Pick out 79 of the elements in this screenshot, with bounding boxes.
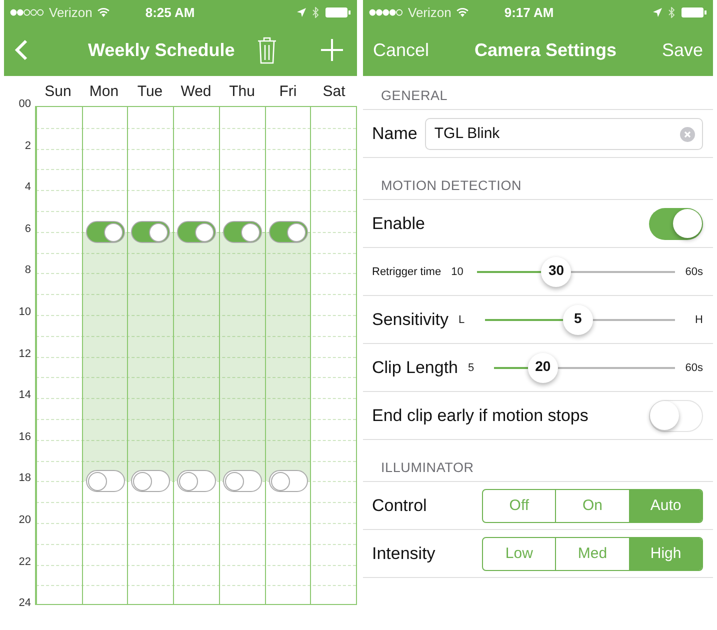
segment-option[interactable]: Auto xyxy=(628,490,702,522)
wifi-icon xyxy=(97,7,110,17)
clear-icon[interactable] xyxy=(680,126,695,142)
battery-icon xyxy=(325,6,351,18)
row-label: End clip early if motion stops xyxy=(372,406,588,426)
hour-label: 4 xyxy=(24,181,31,194)
hour-label: 16 xyxy=(18,430,31,443)
cancel-button[interactable]: Cancel xyxy=(373,40,430,60)
row-label: Name xyxy=(372,124,418,144)
nav-title: Camera Settings xyxy=(474,40,617,60)
hour-label: 00 xyxy=(18,98,31,110)
bluetooth-icon xyxy=(668,6,675,18)
wifi-icon xyxy=(456,7,470,17)
hour-label: 14 xyxy=(18,389,31,402)
hour-label: 12 xyxy=(18,348,31,360)
slider-min-label: L xyxy=(458,314,466,326)
hour-label: 8 xyxy=(24,264,31,276)
trash-icon[interactable] xyxy=(256,36,277,64)
row-label: Intensity xyxy=(372,544,436,564)
slider-max-label: 60s xyxy=(684,266,703,278)
day-label: Tue xyxy=(136,82,164,100)
hour-label: 20 xyxy=(18,514,31,526)
slider-max-label: 60s xyxy=(684,362,703,374)
carrier-name: Verizon xyxy=(408,4,452,20)
signal-icon xyxy=(369,8,403,16)
name-field[interactable]: TGL Blink xyxy=(425,118,703,150)
schedule-switch[interactable] xyxy=(222,470,262,492)
slider-thumb[interactable]: 5 xyxy=(562,304,593,334)
hour-label: 6 xyxy=(24,222,31,235)
hour-label: 10 xyxy=(18,306,31,318)
add-icon[interactable] xyxy=(321,39,343,61)
signal-icon xyxy=(10,8,44,16)
schedule-switch[interactable] xyxy=(222,220,262,243)
day-label: Sat xyxy=(322,82,346,100)
section-header: ILLUMINATOR xyxy=(380,460,475,477)
slider-thumb[interactable]: 20 xyxy=(528,352,558,382)
schedule-switch[interactable] xyxy=(131,220,170,243)
location-arrow-icon xyxy=(653,8,662,16)
status-time: 8:25 AM xyxy=(145,4,195,20)
save-button[interactable]: Save xyxy=(662,40,703,60)
row-label: Control xyxy=(372,496,427,516)
row-label: Clip Length xyxy=(372,358,458,378)
location-arrow-icon xyxy=(297,8,306,16)
schedule-switch[interactable] xyxy=(177,470,216,492)
schedule-switch[interactable] xyxy=(177,220,216,243)
section-header: GENERAL xyxy=(380,88,449,105)
hour-label: 18 xyxy=(18,472,31,484)
row-label: Retrigger time xyxy=(372,266,442,278)
segment-option[interactable]: Low xyxy=(483,538,556,570)
schedule-switch[interactable] xyxy=(268,470,308,492)
day-label: Sun xyxy=(44,82,72,100)
hour-label: 22 xyxy=(18,556,31,568)
bluetooth-icon xyxy=(312,6,319,18)
toggle-switch[interactable] xyxy=(649,400,703,432)
schedule-switch[interactable] xyxy=(86,470,125,492)
row-label: Enable xyxy=(372,214,425,234)
section-header: MOTION DETECTION xyxy=(380,178,523,195)
segment-option[interactable]: Off xyxy=(483,490,556,522)
nav-title: Weekly Schedule xyxy=(88,40,235,60)
schedule-switch[interactable] xyxy=(268,220,308,243)
segment-option[interactable]: High xyxy=(628,538,702,570)
slider-thumb[interactable]: 30 xyxy=(541,256,572,286)
day-label: Thu xyxy=(228,82,256,100)
battery-icon xyxy=(681,6,707,18)
day-label: Wed xyxy=(180,82,212,100)
back-chevron-icon[interactable] xyxy=(14,39,28,61)
day-label: Mon xyxy=(88,82,120,100)
toggle-switch[interactable] xyxy=(649,208,703,240)
status-time: 9:17 AM xyxy=(504,4,554,20)
hour-label: 24 xyxy=(18,597,31,610)
carrier-name: Verizon xyxy=(49,4,92,20)
row-label: Sensitivity xyxy=(372,310,449,330)
slider-min-label: 10 xyxy=(451,266,464,278)
slider-max-label: H xyxy=(694,314,703,326)
day-label: Fri xyxy=(278,82,298,100)
schedule-switch[interactable] xyxy=(86,220,125,243)
hour-label: 2 xyxy=(24,140,31,152)
schedule-switch[interactable] xyxy=(131,470,170,492)
slider-min-label: 5 xyxy=(468,362,476,374)
